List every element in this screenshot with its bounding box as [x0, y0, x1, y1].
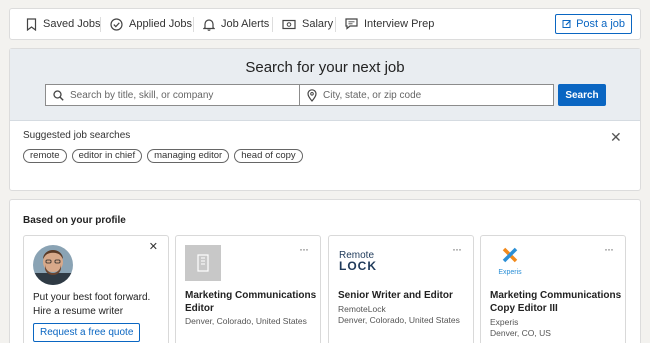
nav-label: Job Alerts — [221, 18, 270, 30]
jobs-top-nav: Saved Jobs Applied Jobs Job Alerts Salar… — [9, 8, 641, 40]
search-button[interactable]: Search — [558, 84, 606, 106]
company-name: RemoteLock — [338, 304, 386, 314]
location-search-input[interactable]: City, state, or zip code — [299, 84, 554, 106]
close-icon[interactable]: ✕ — [149, 240, 158, 253]
edit-icon — [562, 20, 572, 28]
suggestion-chip[interactable]: remote — [23, 149, 67, 163]
job-card[interactable]: ··· Remote LOCK Senior Writer and Editor… — [328, 235, 474, 343]
post-job-button[interactable]: Post a job — [555, 14, 632, 34]
experis-logo-icon — [502, 247, 518, 263]
post-job-label: Post a job — [576, 18, 625, 30]
bell-icon — [203, 18, 215, 31]
suggestion-chip[interactable]: editor in chief — [71, 149, 143, 163]
divider — [335, 17, 336, 32]
more-options-icon[interactable]: ··· — [299, 242, 309, 256]
search-band: Search for your next job Search by title… — [10, 49, 640, 121]
job-location: Denver, Colorado, United States — [338, 315, 460, 325]
promo-text: Put your best foot forward. Hire a resum… — [33, 292, 151, 317]
nav-label: Saved Jobs — [43, 18, 101, 30]
more-options-icon[interactable]: ··· — [452, 242, 462, 256]
salary-icon — [282, 19, 296, 29]
suggestion-chip[interactable]: head of copy — [234, 149, 303, 163]
divider — [193, 17, 194, 32]
nav-salary[interactable]: Salary — [282, 9, 333, 39]
request-quote-button[interactable]: Request a free quote — [33, 323, 141, 342]
nav-job-alerts[interactable]: Job Alerts — [203, 9, 269, 39]
search-icon — [53, 89, 64, 101]
location-placeholder: City, state, or zip code — [323, 89, 422, 101]
bookmark-icon — [26, 17, 37, 31]
suggestion-chip[interactable]: managing editor — [147, 149, 230, 163]
search-title: Search for your next job — [245, 59, 405, 76]
nav-saved-jobs[interactable]: Saved Jobs — [26, 9, 100, 39]
resume-writer-promo: ✕ Put your best foot forward. Hire a res… — [23, 235, 169, 343]
section-title: Based on your profile — [23, 215, 126, 226]
job-title[interactable]: Marketing Communications Copy Editor III — [490, 289, 622, 315]
job-location: Denver, CO, US — [490, 328, 551, 338]
logo-text: LOCK — [339, 259, 377, 273]
company-logo-placeholder — [185, 245, 221, 281]
keyword-search-input[interactable]: Search by title, skill, or company — [45, 84, 300, 106]
nav-applied-jobs[interactable]: Applied Jobs — [110, 9, 192, 39]
job-card[interactable]: ··· Experis Marketing Communications Cop… — [480, 235, 626, 343]
job-search-card: Search for your next job Search by title… — [9, 48, 641, 191]
avatar — [33, 245, 73, 285]
divider — [272, 17, 273, 32]
job-title[interactable]: Marketing Communications Editor — [185, 289, 317, 315]
suggested-chips: remote editor in chief managing editor h… — [23, 149, 303, 163]
check-circle-icon — [110, 17, 123, 31]
company-logo: Experis — [495, 246, 525, 276]
company-name: Experis — [490, 317, 519, 327]
location-pin-icon — [307, 88, 317, 102]
job-location: Denver, Colorado, United States — [185, 316, 307, 326]
divider — [100, 17, 101, 32]
job-card[interactable]: ··· Marketing Communications Editor Denv… — [175, 235, 321, 343]
logo-text: Experis — [498, 269, 522, 276]
job-title[interactable]: Senior Writer and Editor — [338, 289, 470, 302]
more-options-icon[interactable]: ··· — [604, 242, 614, 256]
profile-recommendations-card: Based on your profile ✕ Put your best fo… — [9, 199, 641, 343]
suggested-searches-title: Suggested job searches — [23, 130, 131, 141]
nav-label: Applied Jobs — [129, 18, 192, 30]
keyword-placeholder: Search by title, skill, or company — [70, 89, 214, 101]
nav-interview-prep[interactable]: Interview Prep — [345, 9, 434, 39]
building-icon — [197, 254, 209, 272]
nav-label: Salary — [302, 18, 334, 30]
close-icon[interactable]: ✕ — [610, 129, 622, 146]
company-logo: Remote LOCK — [339, 250, 377, 272]
nav-label: Interview Prep — [364, 18, 435, 30]
chat-icon — [345, 18, 358, 30]
